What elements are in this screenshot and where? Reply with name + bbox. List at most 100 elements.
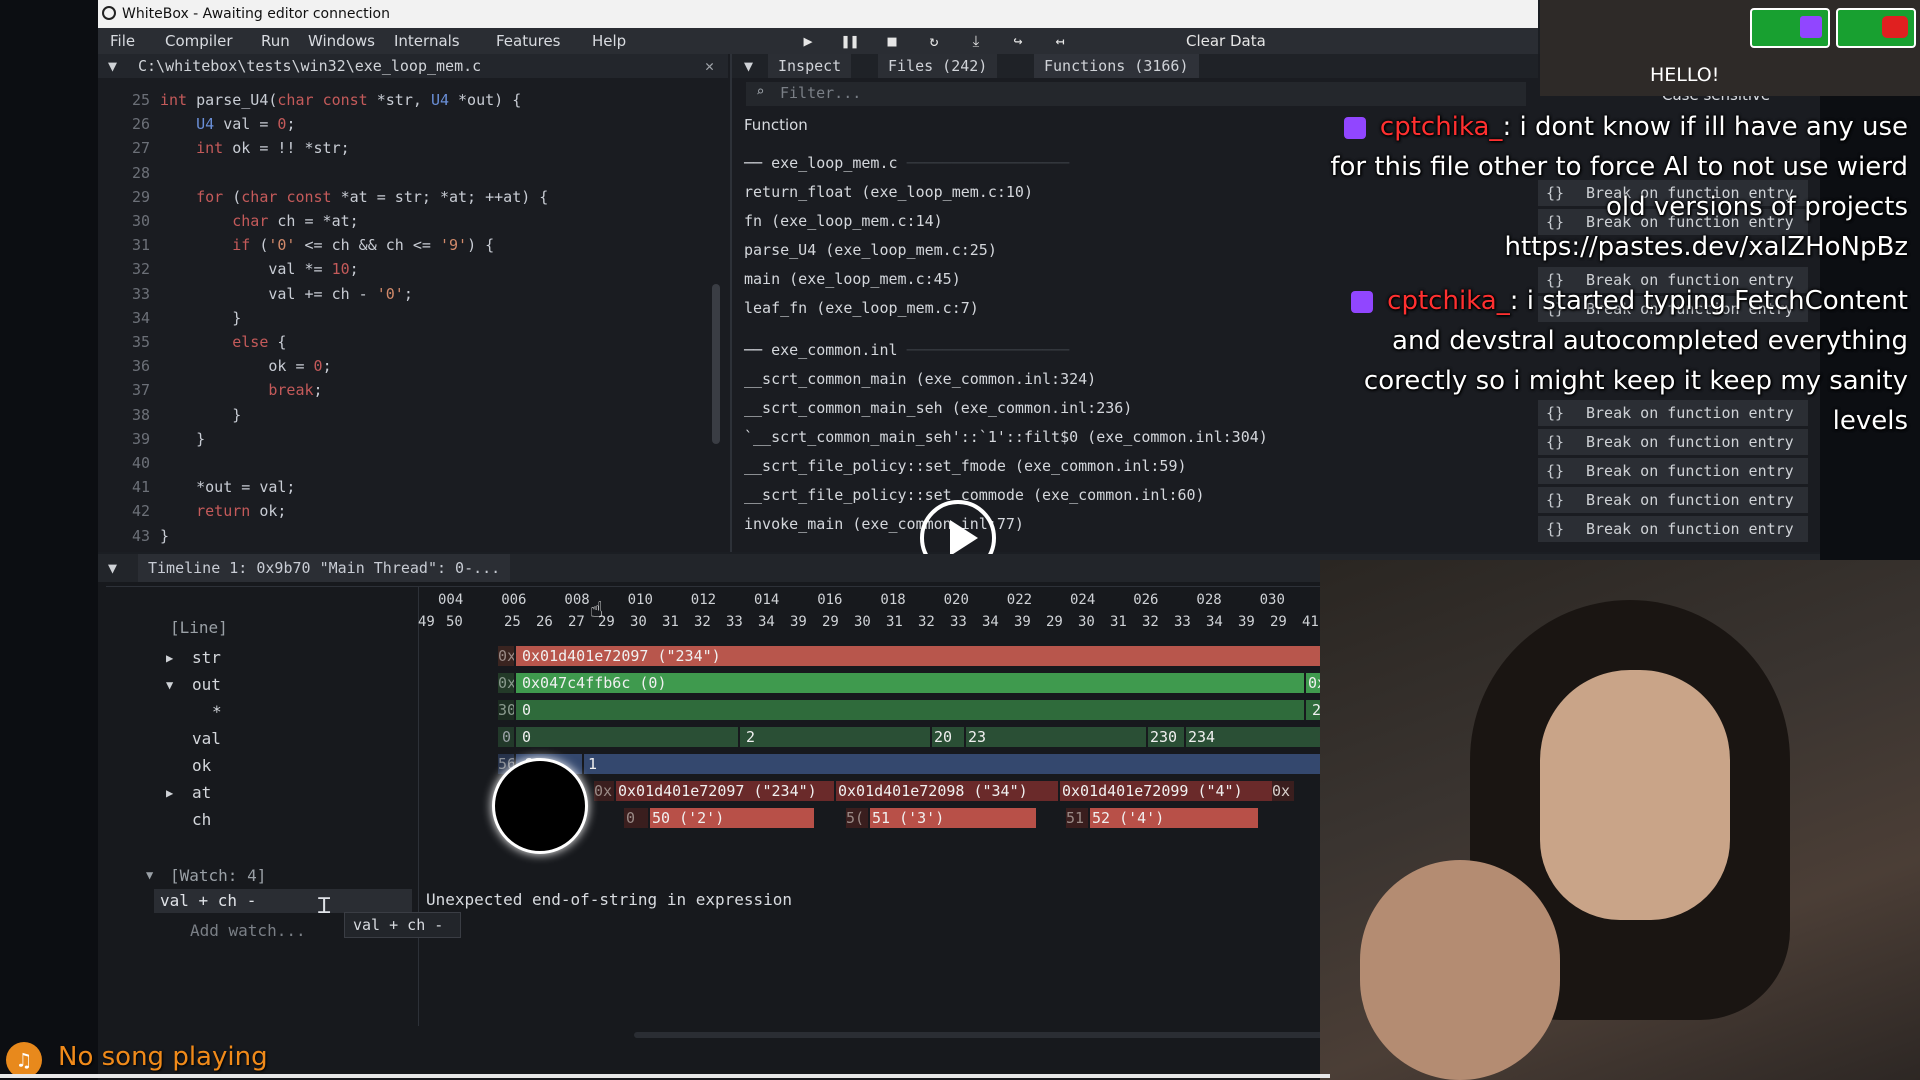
var-label-at[interactable]: at (192, 783, 211, 802)
timeline-scrollbar[interactable] (634, 1032, 1394, 1038)
var-label-str[interactable]: str (192, 648, 221, 667)
tab-functions[interactable]: Functions (3166) (1034, 54, 1199, 78)
var-bar[interactable]: 0x01d401e72098 ("34") (836, 781, 1058, 801)
var-bar[interactable]: 20 (932, 727, 964, 747)
function-item[interactable]: __scrt_file_policy::set_fmode (exe_commo… (744, 457, 1187, 475)
menu-help[interactable]: Help (592, 28, 626, 54)
var-bar[interactable]: 0x (594, 781, 614, 801)
stop-icon[interactable]: ■ (882, 31, 902, 51)
var-bar[interactable]: 5( (846, 808, 868, 828)
var-bar[interactable]: 1 (584, 754, 1384, 774)
var-bar[interactable]: 2 (740, 727, 930, 747)
var-bar[interactable]: 30 (498, 700, 514, 720)
var-bar[interactable]: 0x (498, 673, 514, 693)
code-line[interactable]: 32 val *= 10; (98, 257, 359, 281)
menu-features[interactable]: Features (496, 28, 561, 54)
var-bar[interactable]: 0 (624, 808, 648, 828)
panel-menu-icon[interactable]: ▼ (108, 554, 117, 582)
code-tab[interactable]: ▼ C:\whitebox\tests\win32\exe_loop_mem.c… (98, 54, 728, 78)
code-editor[interactable]: 25 int parse_U4(char const *str, U4 *out)… (98, 88, 698, 548)
var-bar[interactable]: 0x (1272, 781, 1294, 801)
panel-menu-icon[interactable]: ▼ (744, 54, 753, 78)
code-line[interactable]: 35 else { (98, 330, 287, 354)
step-out-icon[interactable]: ↤ (1050, 31, 1070, 51)
code-line[interactable]: 37 break; (98, 378, 323, 402)
var-bar[interactable]: 0x01d401e72097 ("234") (616, 781, 834, 801)
code-line[interactable]: 40 (98, 451, 160, 475)
var-bar[interactable]: 0 (516, 700, 1304, 720)
group-header[interactable]: ── exe_loop_mem.c ────────────────── (744, 154, 1069, 172)
var-label-val[interactable]: val (192, 729, 221, 748)
var-bar[interactable]: 0x01d401e72097 ("234") (516, 646, 1384, 666)
code-line[interactable]: 33 val += ch - '0'; (98, 282, 413, 306)
var-label-ch[interactable]: ch (192, 810, 211, 829)
code-line[interactable]: 36 ok = 0; (98, 354, 332, 378)
play-icon[interactable]: ▶ (798, 31, 818, 51)
pause-icon[interactable]: ❚❚ (840, 31, 860, 51)
menu-file[interactable]: File (110, 28, 135, 54)
tab-files[interactable]: Files (242) (878, 54, 998, 78)
code-line[interactable]: 42 return ok; (98, 499, 287, 523)
code-line[interactable]: 38 } (98, 403, 241, 427)
function-item[interactable]: fn (exe_loop_mem.c:14) (744, 212, 943, 230)
code-line[interactable]: 30 char ch = *at; (98, 209, 359, 233)
function-item[interactable]: main (exe_loop_mem.c:45) (744, 270, 961, 288)
code-line[interactable]: 28 (98, 161, 160, 185)
var-bar[interactable]: 0x (498, 646, 514, 666)
filter-box[interactable]: ⌕ Filter... (746, 82, 1526, 106)
function-item[interactable]: __scrt_common_main_seh (exe_common.inl:2… (744, 399, 1132, 417)
watch-expression-input[interactable]: val + ch - (154, 889, 412, 913)
function-item[interactable]: `__scrt_common_main_seh'::`1'::filt$0 (e… (744, 428, 1268, 446)
var-bar[interactable]: 51 ('3') (870, 808, 1036, 828)
var-bar[interactable]: 0 (498, 727, 514, 747)
function-item[interactable]: __scrt_common_main (exe_common.inl:324) (744, 370, 1096, 388)
menu-windows[interactable]: Windows (308, 28, 375, 54)
close-icon[interactable]: ✕ (705, 54, 714, 78)
var-label-ok[interactable]: ok (192, 756, 211, 775)
tab-inspect[interactable]: Inspect (768, 54, 852, 78)
code-line[interactable]: 34 } (98, 306, 241, 330)
function-item[interactable]: leaf_fn (exe_loop_mem.c:7) (744, 299, 979, 317)
break-on-entry-button[interactable]: {} Break on function entry (1538, 516, 1808, 545)
var-bar[interactable]: 51 (1066, 808, 1088, 828)
code-line[interactable]: 39 } (98, 427, 205, 451)
code-line[interactable]: 43} (98, 524, 169, 548)
var-bar[interactable]: 0x01d401e72099 ("4") (1060, 781, 1288, 801)
panel-menu-icon[interactable]: ▼ (108, 54, 117, 78)
var-bar[interactable]: 0 (516, 727, 738, 747)
collapse-icon[interactable]: ▼ (146, 868, 153, 882)
var-label-deref[interactable]: * (212, 702, 222, 721)
timeline-title[interactable]: Timeline 1: 0x9b70 "Main Thread": 0-... (138, 554, 511, 582)
menu-compiler[interactable]: Compiler (165, 28, 233, 54)
group-header[interactable]: ── exe_common.inl ────────────────── (744, 341, 1069, 359)
break-on-entry-button[interactable]: {} Break on function entry (1538, 458, 1808, 487)
code-line[interactable]: 31 if ('0' <= ch && ch <= '9') { (98, 233, 494, 257)
expand-icon[interactable]: ▶ (166, 651, 173, 665)
restart-icon[interactable]: ↻ (924, 31, 944, 51)
var-bar[interactable]: 0x047c4ffb6c (0) (516, 673, 1304, 693)
var-bar[interactable]: 23 (966, 727, 1146, 747)
var-bar[interactable]: 230 (1148, 727, 1184, 747)
menu-internals[interactable]: Internals (394, 28, 460, 54)
code-line[interactable]: 41 *out = val; (98, 475, 296, 499)
code-scrollbar[interactable] (712, 284, 720, 444)
code-line[interactable]: 26 U4 val = 0; (98, 112, 296, 136)
code-line[interactable]: 25 int parse_U4(char const *str, U4 *out)… (98, 88, 521, 112)
watch-header[interactable]: [Watch: 4] (170, 866, 266, 885)
function-item[interactable]: __scrt_file_policy::set_commode (exe_com… (744, 486, 1205, 504)
expand-icon[interactable]: ▶ (166, 786, 173, 800)
step-into-icon[interactable]: ⤓ (966, 31, 986, 51)
step-over-icon[interactable]: ↪ (1008, 31, 1028, 51)
add-watch-input[interactable]: Add watch... (190, 921, 306, 940)
function-item[interactable]: return_float (exe_loop_mem.c:10) (744, 183, 1033, 201)
var-bar[interactable]: 50 ('2') (650, 808, 814, 828)
break-on-entry-button[interactable]: {} Break on function entry (1538, 487, 1808, 516)
menu-run[interactable]: Run (261, 28, 290, 54)
filter-input[interactable]: Filter... (780, 84, 861, 102)
code-line[interactable]: 29 for (char const *at = str; *at; ++at)… (98, 185, 548, 209)
var-label-out[interactable]: out (192, 675, 221, 694)
var-bar[interactable]: 52 ('4') (1090, 808, 1258, 828)
collapse-icon[interactable]: ▼ (166, 678, 173, 692)
clear-data-button[interactable]: Clear Data (1186, 28, 1266, 54)
code-line[interactable]: 27 int ok = !! *str; (98, 136, 350, 160)
